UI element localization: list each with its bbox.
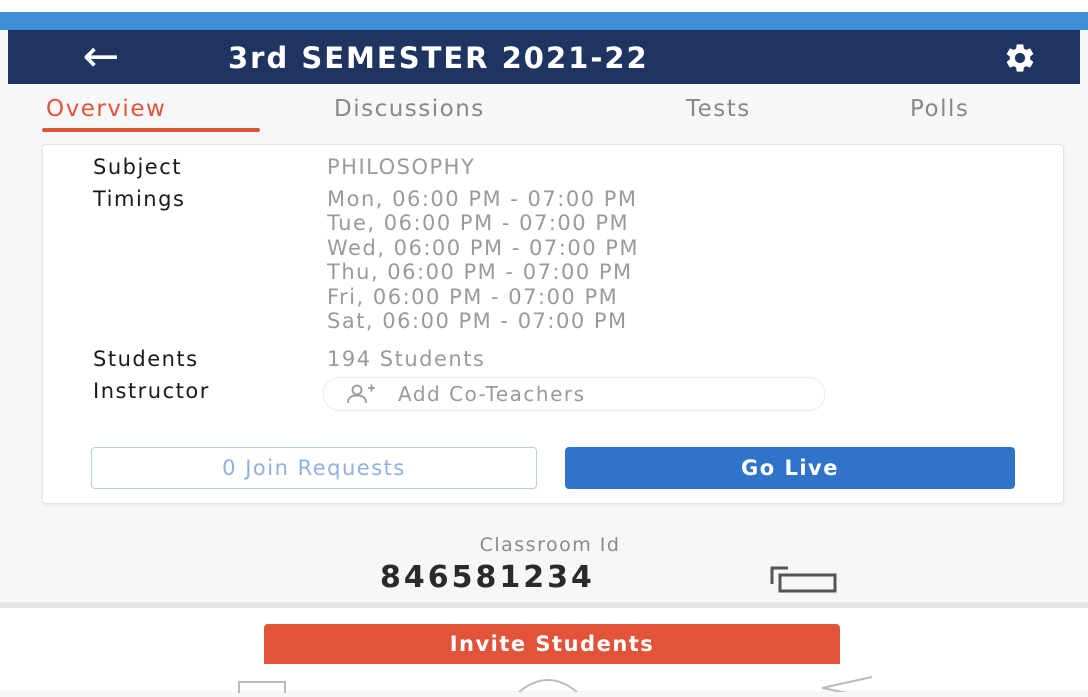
add-co-teachers-button[interactable]: Add Co-Teachers — [323, 377, 825, 411]
add-co-teachers-label: Add Co-Teachers — [398, 382, 586, 406]
settings-button[interactable] — [998, 40, 1042, 76]
back-button[interactable]: ← — [58, 31, 144, 82]
classroom-id-label: Classroom Id — [479, 534, 621, 556]
gear-icon — [1006, 44, 1034, 72]
tab-polls[interactable]: Polls — [910, 92, 969, 126]
go-live-button[interactable]: Go Live — [565, 447, 1015, 489]
subject-label: Subject — [93, 155, 183, 179]
timing-item: Thu, 06:00 PM - 07:00 PM — [327, 260, 633, 285]
students-value: 194 Students — [327, 347, 486, 371]
timing-item: Tue, 06:00 PM - 07:00 PM — [327, 211, 630, 236]
active-tab-indicator — [42, 128, 260, 132]
timings-label: Timings — [93, 187, 186, 211]
students-label: Students — [93, 347, 199, 371]
timing-item: Sat, 06:00 PM - 07:00 PM — [327, 309, 628, 334]
tab-overview[interactable]: Overview — [46, 92, 166, 126]
subject-value: PHILOSOPHY — [327, 155, 476, 179]
arrow-left-icon: ← — [82, 31, 120, 82]
tab-bar: Overview Discussions Tests Polls — [0, 84, 1088, 132]
add-person-icon — [346, 383, 376, 405]
class-details-card: Subject PHILOSOPHY Timings Mon, 06:00 PM… — [42, 144, 1064, 504]
recents-button[interactable] — [236, 678, 288, 697]
nav-back-button[interactable] — [818, 674, 874, 697]
top-edge — [0, 0, 1088, 12]
timing-item: Fri, 06:00 PM - 07:00 PM — [327, 284, 619, 309]
home-button[interactable] — [515, 674, 581, 696]
circle-icon — [518, 679, 578, 693]
page-title: 3rd SEMESTER 2021-22 — [228, 41, 649, 75]
invite-students-button[interactable]: Invite Students — [264, 624, 840, 664]
tab-tests[interactable]: Tests — [686, 92, 751, 126]
triangle-back-icon — [821, 676, 873, 697]
timing-item: Wed, 06:00 PM - 07:00 PM — [327, 235, 640, 260]
copy-id-button[interactable] — [768, 564, 840, 594]
system-nav-bar — [0, 664, 1088, 697]
join-requests-button[interactable]: 0 Join Requests — [91, 447, 537, 489]
status-bar — [0, 12, 1088, 30]
tab-discussions[interactable]: Discussions — [334, 92, 485, 126]
timings-list: Mon, 06:00 PM - 07:00 PM Tue, 06:00 PM -… — [327, 187, 639, 333]
app-header: ← 3rd SEMESTER 2021-22 — [8, 30, 1080, 84]
copy-icon — [770, 566, 837, 593]
classroom-id-value: 846581234 — [380, 560, 595, 595]
timing-item: Mon, 06:00 PM - 07:00 PM — [327, 187, 638, 211]
instructor-label: Instructor — [93, 379, 210, 403]
